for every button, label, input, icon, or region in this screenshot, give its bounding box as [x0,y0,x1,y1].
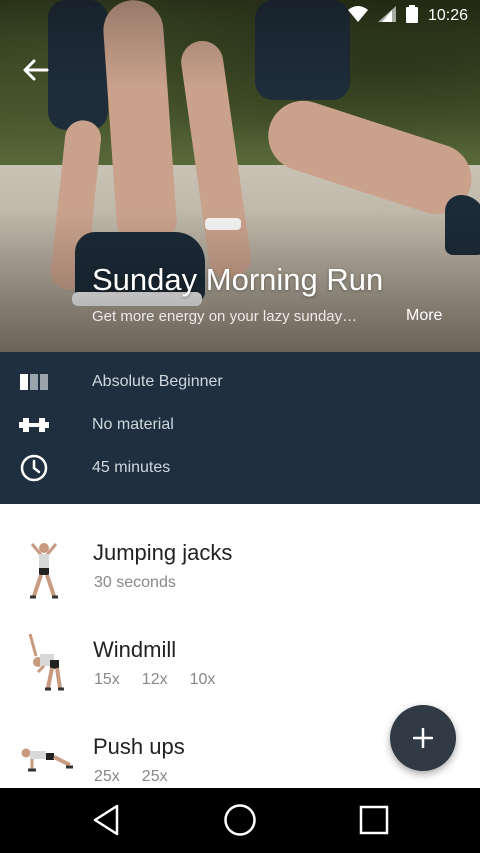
back-triangle-icon [93,804,119,836]
exercise-reps: 25x 25x [94,768,168,786]
wifi-icon [347,5,368,27]
add-exercise-fab[interactable] [390,705,456,771]
exercise-reps: 15x 12x 10x [94,671,215,689]
system-nav-bar [0,788,480,853]
dumbbell-icon [18,409,50,441]
nav-home-button[interactable] [220,800,260,840]
info-row-material: No material [0,405,480,445]
info-level-label: Absolute Beginner [92,373,223,390]
list-item[interactable]: Jumping jacks 30 seconds [0,530,480,626]
exercise-name: Jumping jacks [93,540,233,565]
arrow-left-icon [23,59,49,81]
back-button[interactable] [18,54,54,86]
status-time: 10:26 [427,7,468,24]
info-duration-label: 45 minutes [92,459,171,476]
nav-back-button[interactable] [86,800,126,840]
clock-icon [18,452,50,484]
info-row-duration: 45 minutes [0,448,480,488]
battery-icon [405,4,418,28]
plus-icon [413,728,433,748]
home-circle-icon [224,804,256,836]
push-ups-figure-icon [21,748,73,772]
info-material-label: No material [92,416,174,433]
jumping-jacks-figure-icon [30,543,58,599]
rep-value: 25x [141,768,168,785]
more-button[interactable]: More [406,307,442,325]
workout-info-panel: Absolute Beginner No material 45 minutes [0,352,480,504]
rep-value: 15x [94,671,120,688]
workout-subtitle: Get more energy on your lazy sunday… [92,308,358,325]
status-bar: 10:26 [0,0,480,32]
exercise-name: Windmill [93,637,177,662]
windmill-figure-icon [28,633,64,691]
exercise-name: Push ups [93,734,185,759]
info-row-level: Absolute Beginner [0,362,480,402]
hero-shade [0,0,480,352]
level-icon [18,366,50,398]
rep-value: 10x [189,671,216,688]
recents-square-icon [359,805,389,835]
rep-value: 25x [94,768,120,785]
rep-value: 12x [141,671,168,688]
workout-title: Sunday Morning Run [92,262,384,297]
nav-recents-button[interactable] [354,800,394,840]
hero-image: 10:26 Sunday Morning Run Get more energy… [0,0,480,352]
exercise-reps: 30 seconds [94,574,176,592]
signal-icon [377,5,396,27]
rep-value: 30 seconds [94,574,176,591]
